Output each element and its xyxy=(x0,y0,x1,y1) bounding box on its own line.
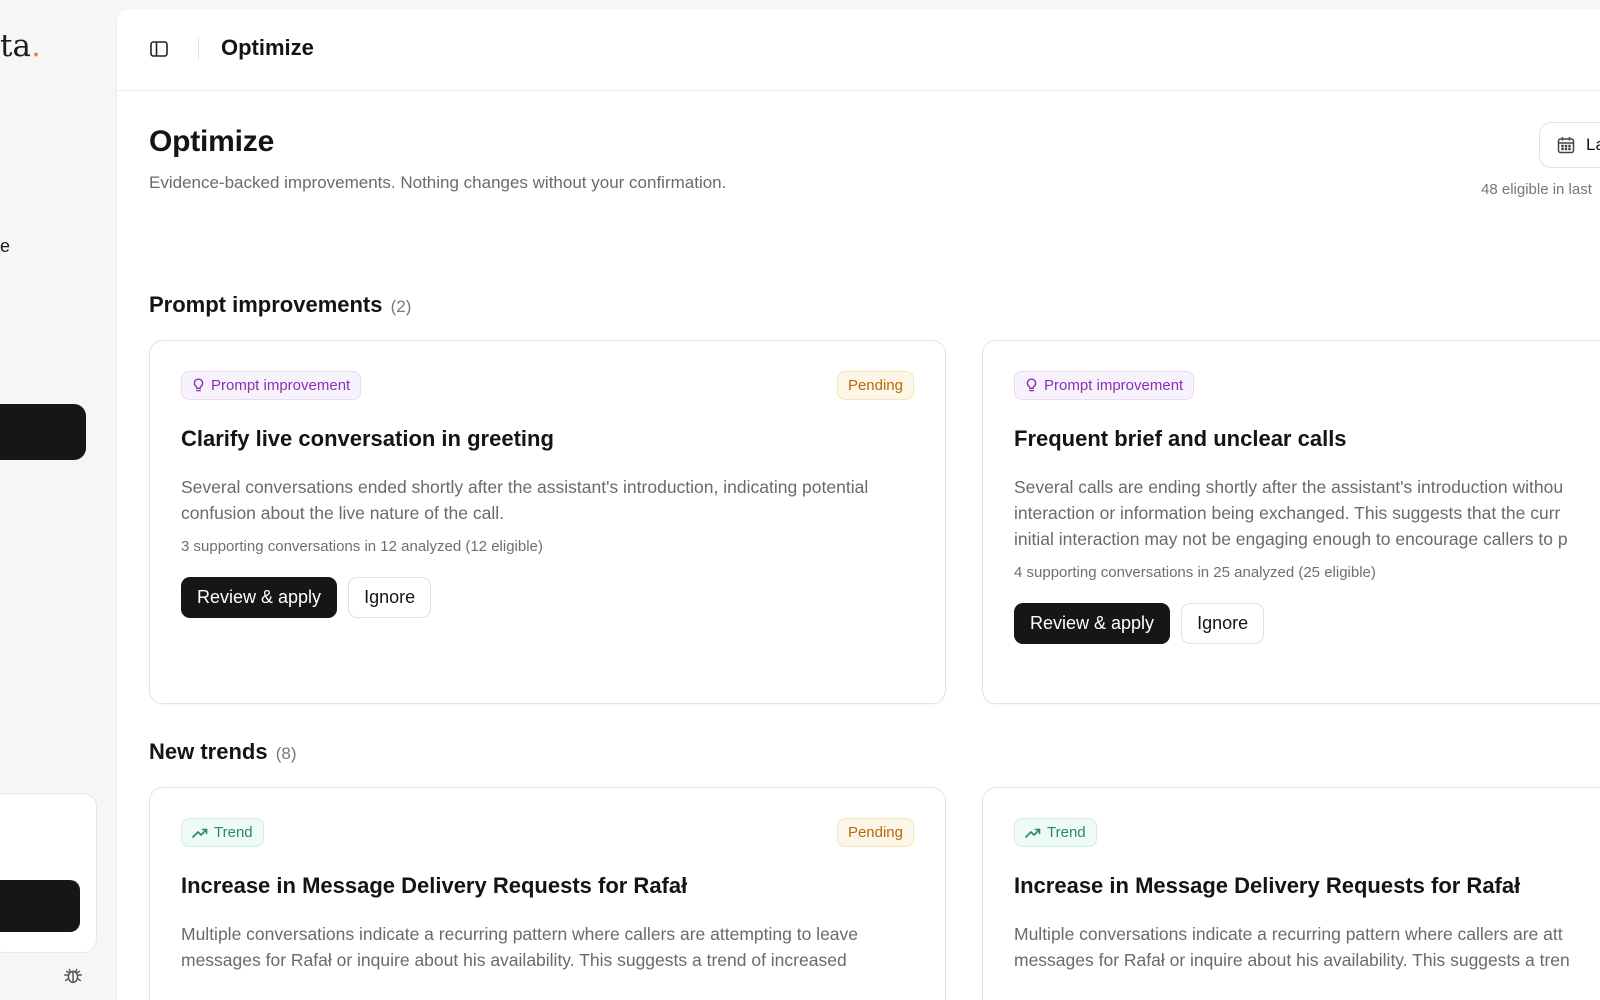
date-range-label: La xyxy=(1586,135,1600,154)
review-apply-button[interactable]: Review & apply xyxy=(1014,603,1171,644)
tag-label: Prompt improvement xyxy=(1044,377,1184,394)
calendar-icon xyxy=(1557,137,1575,154)
supporting-conversations-meta: 4 supporting conversations in 25 analyze… xyxy=(1014,564,1376,581)
card-description-line: initial interaction may not be engaging … xyxy=(1014,529,1568,549)
card-description: Several conversations ended shortly afte… xyxy=(181,474,914,526)
top-bar: Optimize xyxy=(117,9,1600,91)
status-badge: Pending xyxy=(836,818,914,847)
bug-icon[interactable] xyxy=(62,964,84,986)
tag-label: Trend xyxy=(214,824,253,841)
section-count: (8) xyxy=(275,744,297,763)
trend-card: Trend Increase in Message Delivery Reque… xyxy=(982,787,1600,1000)
trending-up-icon xyxy=(192,828,208,838)
card-description-line: Multiple conversations indicate a recurr… xyxy=(181,924,859,944)
trend-tag: Trend xyxy=(1014,818,1097,847)
sidebar: ta. e xyxy=(0,0,116,1000)
topbar-divider xyxy=(198,38,199,60)
tag-label: Prompt improvement xyxy=(211,377,351,394)
section-count: (2) xyxy=(390,297,412,316)
review-apply-button[interactable]: Review & apply xyxy=(181,577,338,618)
ignore-button[interactable]: Ignore xyxy=(1181,603,1265,644)
topbar-title: Optimize xyxy=(221,35,314,60)
supporting-conversations-meta: 3 supporting conversations in 12 analyze… xyxy=(181,538,543,555)
card-description: Multiple conversations indicate a recurr… xyxy=(181,921,914,973)
prompt-improvement-card: Prompt improvement Pending Clarify live … xyxy=(149,340,946,704)
sidebar-nav-item-label[interactable]: e xyxy=(0,236,10,257)
lightbulb-icon xyxy=(1026,378,1037,392)
card-description-line: Several conversations ended shortly afte… xyxy=(181,477,869,497)
card-description: Several calls are ending shortly after t… xyxy=(1014,474,1600,552)
app-logo[interactable]: ta. xyxy=(0,28,41,64)
page-header: Optimize Evidence-backed improvements. N… xyxy=(149,125,726,193)
prompt-improvement-card: Prompt improvement Frequent brief and un… xyxy=(982,340,1600,704)
card-description-line: messages for Rafał or inquire about his … xyxy=(1014,950,1570,970)
card-description: Multiple conversations indicate a recurr… xyxy=(1014,921,1600,973)
tag-label: Trend xyxy=(1047,824,1086,841)
card-title: Frequent brief and unclear calls xyxy=(1014,426,1347,451)
card-description-line: Multiple conversations indicate a recurr… xyxy=(1014,924,1563,944)
logo-text: ta xyxy=(0,28,31,64)
page-title: Optimize xyxy=(149,125,275,158)
sidebar-nav-item-active[interactable] xyxy=(0,404,86,460)
trending-up-icon xyxy=(1025,828,1041,838)
prompt-improvement-tag: Prompt improvement xyxy=(181,371,362,400)
eligible-note: 48 eligible in last xyxy=(1481,181,1592,198)
lightbulb-icon xyxy=(193,378,204,392)
card-description-line: Several calls are ending shortly after t… xyxy=(1014,477,1564,497)
card-actions: Review & apply Ignore xyxy=(1014,603,1600,644)
card-actions: Review & apply Ignore xyxy=(181,577,914,618)
card-title: Clarify live conversation in greeting xyxy=(181,426,554,451)
sidebar-promo-button[interactable] xyxy=(0,880,80,932)
trend-tag: Trend xyxy=(181,818,264,847)
section-heading-new-trends: New trends (8) xyxy=(149,739,297,765)
status-badge: Pending xyxy=(836,371,914,400)
section-heading-prompt-improvements: Prompt improvements (2) xyxy=(149,292,411,318)
card-description-line: interaction or information being exchang… xyxy=(1014,503,1561,523)
prompt-improvement-tag: Prompt improvement xyxy=(1014,371,1195,400)
date-range-button[interactable]: La xyxy=(1539,122,1600,168)
ignore-button[interactable]: Ignore xyxy=(348,577,432,618)
card-title: Increase in Message Delivery Requests fo… xyxy=(181,873,688,898)
section-title: New trends xyxy=(149,739,268,764)
section-title: Prompt improvements xyxy=(149,292,383,317)
page-subtitle: Evidence-backed improvements. Nothing ch… xyxy=(149,173,727,192)
main-panel: Optimize Optimize Evidence-backed improv… xyxy=(116,9,1600,1000)
trend-card: Trend Pending Increase in Message Delive… xyxy=(149,787,946,1000)
logo-dot: . xyxy=(30,28,41,64)
card-description-line: messages for Rafał or inquire about his … xyxy=(181,950,847,970)
card-description-line: confusion about the live nature of the c… xyxy=(181,503,504,523)
sidebar-toggle-icon[interactable] xyxy=(147,37,171,61)
card-title: Increase in Message Delivery Requests fo… xyxy=(1014,873,1521,898)
